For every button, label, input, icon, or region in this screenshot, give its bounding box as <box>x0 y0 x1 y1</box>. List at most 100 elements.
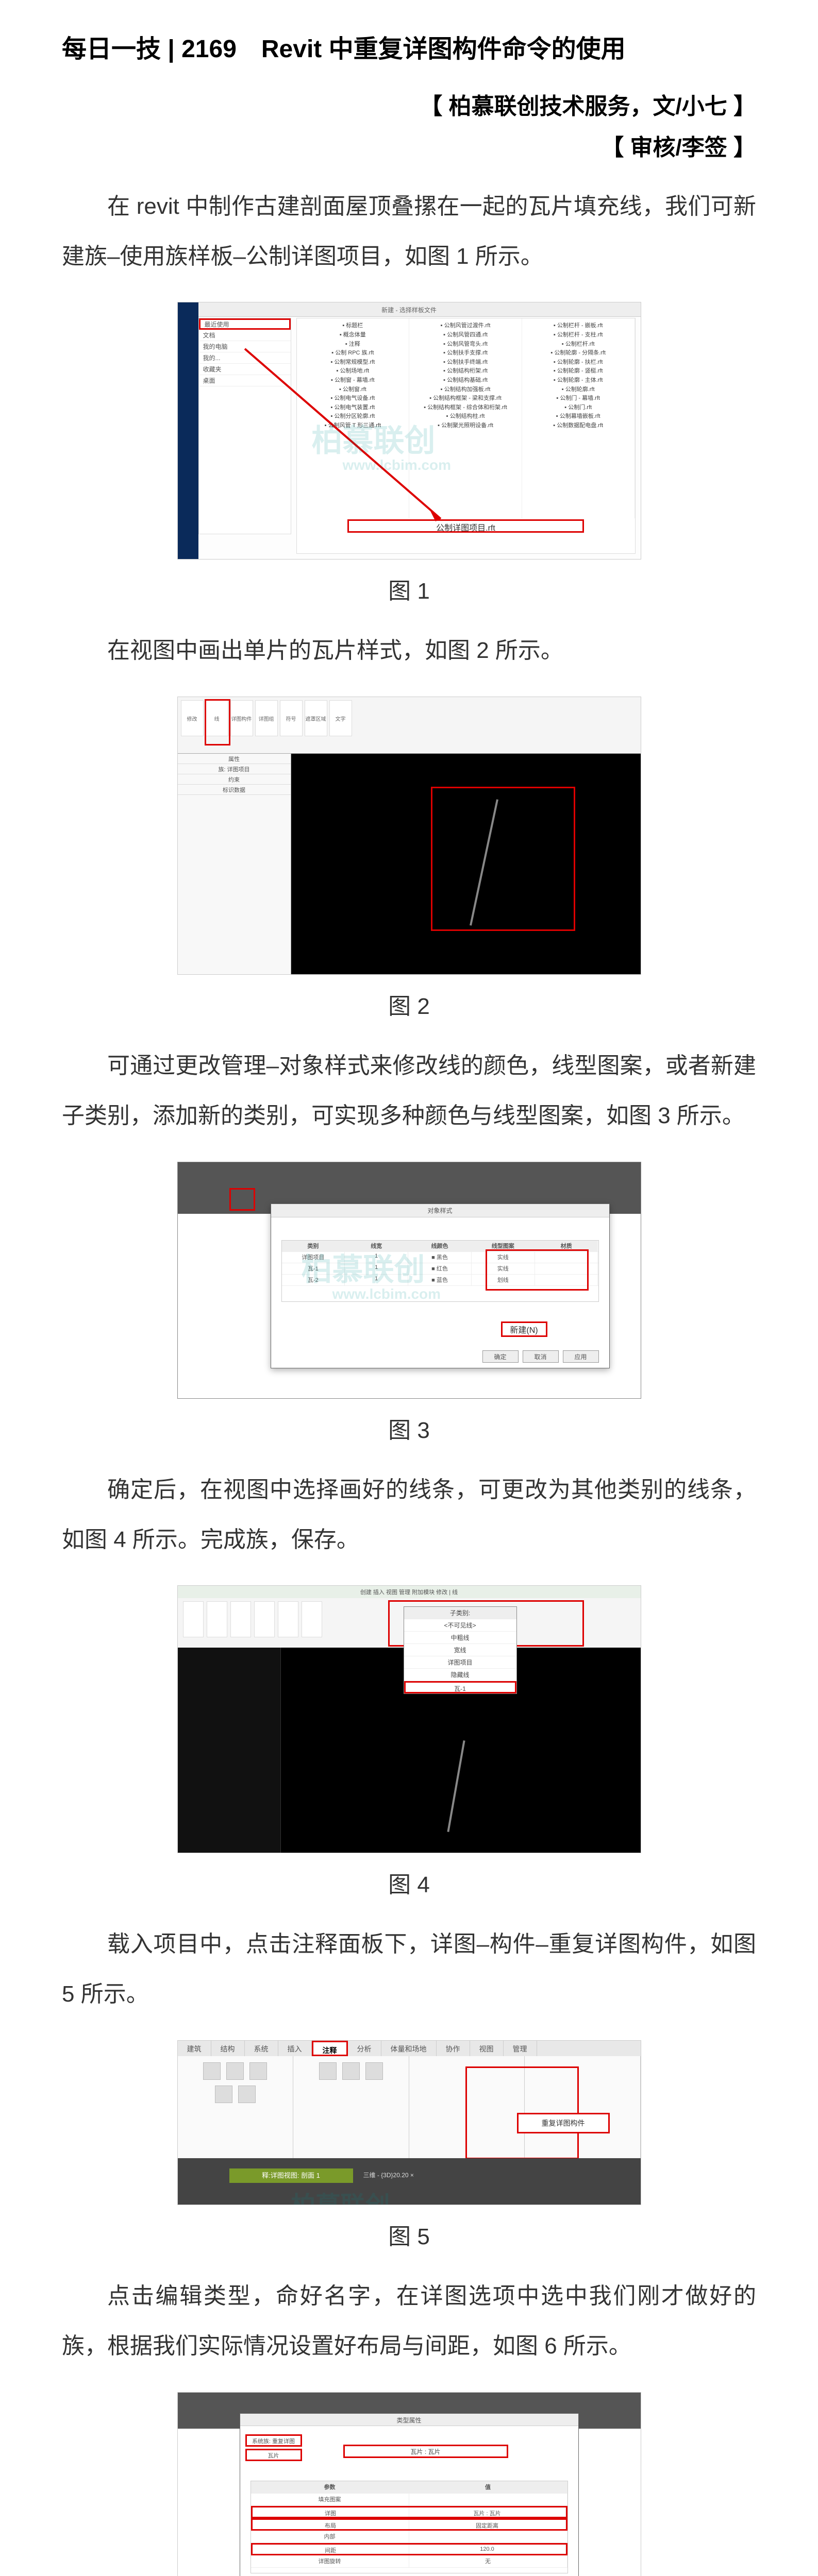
table-cell: ■ 红色 <box>408 1263 472 1274</box>
ribbon-tab[interactable]: 体量和场地 <box>381 2041 437 2056</box>
byline-reviewer: 【 审核/李签 】 <box>62 130 756 166</box>
dropdown-option[interactable]: <不可见线> <box>404 1619 516 1632</box>
fig3-new-button-highlight[interactable]: 新建(N) <box>501 1321 547 1337</box>
fig5-active-view-tab[interactable]: 释:详图视图: 剖面 1 <box>229 2168 353 2183</box>
fig1-sidebar <box>178 302 198 559</box>
ribbon-button[interactable] <box>254 1601 275 1637</box>
ribbon-button[interactable]: 文字 <box>329 700 352 736</box>
detail-icon[interactable] <box>319 2062 337 2080</box>
grid-row[interactable]: 详图旋转无 <box>251 2555 567 2568</box>
fig1-arrow <box>240 344 446 524</box>
ribbon-tab[interactable]: 结构 <box>211 2041 245 2056</box>
fig1-file-item[interactable]: ▪ 公制轮廓 - 主体.rft <box>525 376 631 385</box>
ribbon-button[interactable]: 遮罩区域 <box>305 700 327 736</box>
grid-row[interactable]: 间距120.0 <box>251 2543 567 2555</box>
fig1-file-item[interactable]: ▪ 概念体量 <box>300 331 406 340</box>
ribbon-button[interactable]: 修改 <box>181 700 204 736</box>
fig1-file-item[interactable]: ▪ 公制门.rft <box>525 403 631 413</box>
dim-icon[interactable] <box>226 2062 244 2080</box>
article-title: 每日一技 | 2169 Revit 中重复详图构件命令的使用 <box>62 31 756 68</box>
fig2-line-tool-highlight[interactable] <box>205 699 230 745</box>
ribbon-button[interactable] <box>230 1601 251 1637</box>
dropdown-option[interactable]: 瓦-1 <box>404 1681 516 1693</box>
dropdown-option[interactable]: 隐藏线 <box>404 1669 516 1681</box>
fig1-place-item[interactable]: 文档 <box>199 330 291 341</box>
grid-row[interactable]: 填充图案 <box>251 2494 567 2506</box>
fig6-type-field[interactable]: 瓦片 <box>245 2449 302 2461</box>
ribbon-tab[interactable]: 视图 <box>470 2041 504 2056</box>
fig6-detail-highlight[interactable]: 瓦片 : 瓦片 <box>343 2445 508 2458</box>
table-header: 类别 <box>282 1241 345 1251</box>
ribbon-tab[interactable]: 插入 <box>278 2041 312 2056</box>
fig1-place-item[interactable]: 最近使用 <box>199 318 291 330</box>
ribbon-button[interactable] <box>207 1601 227 1637</box>
grid-row[interactable]: 详图瓦片 : 瓦片 <box>251 2506 567 2518</box>
grid-header: 参数 <box>251 2481 409 2493</box>
ribbon-button[interactable]: 详图组 <box>255 700 278 736</box>
fig6-type-properties-dialog: 类型属性 系统族: 重复详图 瓦片 瓦片 : 瓦片 参数值填充图案详图瓦片 : … <box>240 2413 579 2576</box>
fig1-file-item[interactable]: ▪ 公制轮廓 - 扶栏.rft <box>525 358 631 367</box>
paragraph-6: 点击编辑类型，命好名字，在详图选项中选中我们刚才做好的族，根据我们实际情况设置好… <box>62 2272 756 2371</box>
fig1-file-item[interactable]: ▪ 公制轮廓.rft <box>525 385 631 395</box>
ribbon-button[interactable] <box>302 1601 322 1637</box>
table-cell: 瓦-2 <box>282 1275 345 1285</box>
fig1-file-item[interactable]: ▪ 公制风管过渡件.rft <box>412 321 519 331</box>
grid-row[interactable]: 内部 <box>251 2531 567 2543</box>
ribbon-button[interactable] <box>183 1601 204 1637</box>
ribbon-tab[interactable]: 分析 <box>348 2041 381 2056</box>
fig1-file-item[interactable]: ▪ 标题栏 <box>300 321 406 331</box>
fig6-family-field[interactable]: 系统族: 重复详图 <box>245 2434 302 2447</box>
fig2-ribbon: 修改线详图构件详图组符号遮罩区域文字 <box>178 697 641 754</box>
ribbon-button[interactable]: 详图构件 <box>230 700 253 736</box>
fig1-file-item[interactable]: ▪ 公制轮廓 - 分隔条.rft <box>525 349 631 358</box>
component-icon[interactable] <box>342 2062 360 2080</box>
fig3-manage-button-highlight[interactable] <box>229 1188 255 1211</box>
region-icon[interactable] <box>365 2062 383 2080</box>
grid-cell: 瓦片 : 瓦片 <box>409 2507 566 2517</box>
fig1-file-item[interactable]: ▪ 公制门 - 幕墙.rft <box>525 394 631 403</box>
fig4-sketch-line[interactable] <box>447 1740 465 1832</box>
dim-icon[interactable] <box>215 2086 232 2103</box>
cancel-button[interactable]: 取消 <box>523 1350 559 1363</box>
grid-header: 值 <box>409 2481 567 2493</box>
apply-button[interactable]: 应用 <box>563 1350 599 1363</box>
fig1-file-item[interactable]: ▪ 公制风管四通.rft <box>412 331 519 340</box>
ribbon-tab[interactable]: 协作 <box>437 2041 470 2056</box>
fig1-file-item[interactable]: ▪ 公制数据配电盘.rft <box>525 421 631 431</box>
ribbon-tab[interactable]: 系统 <box>245 2041 278 2056</box>
fig1-file-item[interactable]: ▪ 公制栏杆 - 嵌板.rft <box>525 321 631 331</box>
figure-6-image: 类型属性 系统族: 重复详图 瓦片 瓦片 : 瓦片 参数值填充图案详图瓦片 : … <box>177 2392 641 2576</box>
fig1-file-item[interactable]: ▪ 公制轮廓 - 竖梃.rft <box>525 367 631 376</box>
dropdown-option[interactable]: 中粗线 <box>404 1632 516 1644</box>
ribbon-button[interactable]: 符号 <box>280 700 303 736</box>
dropdown-option[interactable]: 宽线 <box>404 1644 516 1656</box>
dim-icon[interactable] <box>238 2086 256 2103</box>
dim-icon[interactable] <box>203 2062 221 2080</box>
grid-row[interactable]: 布局固定距离 <box>251 2518 567 2531</box>
fig3-object-styles-dialog: 对象样式 类别线宽线颜色线型图案材质详图项目1■ 黑色实线 瓦-11■ 红色实线… <box>271 1204 610 1368</box>
ok-button[interactable]: 确定 <box>482 1350 519 1363</box>
paragraph-2: 在视图中画出单片的瓦片样式，如图 2 所示。 <box>62 626 756 676</box>
fig5-other-view-tab[interactable]: 三维 - {3D}20.20 × <box>363 2171 414 2179</box>
fig2-canvas[interactable] <box>291 754 641 974</box>
dropdown-option[interactable]: 详图项目 <box>404 1656 516 1669</box>
grid-cell: 填充图案 <box>251 2494 409 2505</box>
fig5-repeat-detail-command[interactable]: 重复详图构件 <box>517 2113 610 2133</box>
table-cell: 详图项目 <box>282 1252 345 1263</box>
fig6-params-grid[interactable]: 参数值填充图案详图瓦片 : 瓦片布局固定距离内部间距120.0详图旋转无 <box>251 2481 568 2573</box>
fig1-file-item[interactable]: ▪ 公制幕墙嵌板.rft <box>525 412 631 421</box>
ribbon-tab[interactable]: 注释 <box>312 2041 348 2056</box>
property-row: 族: 详图项目 <box>178 764 291 774</box>
caption-1: 图 1 <box>62 572 756 605</box>
fig1-file-item[interactable]: ▪ 公制栏杆 - 支柱.rft <box>525 331 631 340</box>
dim-icon[interactable] <box>249 2062 267 2080</box>
grid-cell: 详图旋转 <box>251 2555 409 2567</box>
table-cell: 1 <box>345 1263 408 1274</box>
ribbon-tab[interactable]: 管理 <box>504 2041 537 2056</box>
table-cell: 1 <box>345 1275 408 1285</box>
fig1-file-item[interactable]: ▪ 公制栏杆.rft <box>525 340 631 349</box>
ribbon-tab[interactable]: 建筑 <box>178 2041 211 2056</box>
figure-5: 建筑结构系统插入注释分析体量和场地协作视图管理 重复详图构件 释:详图视图: 剖… <box>62 2040 756 2208</box>
fig4-subcategory-dropdown[interactable]: 子类别:<不可见线>中粗线宽线详图项目隐藏线瓦-1 <box>404 1606 517 1694</box>
ribbon-button[interactable] <box>278 1601 298 1637</box>
